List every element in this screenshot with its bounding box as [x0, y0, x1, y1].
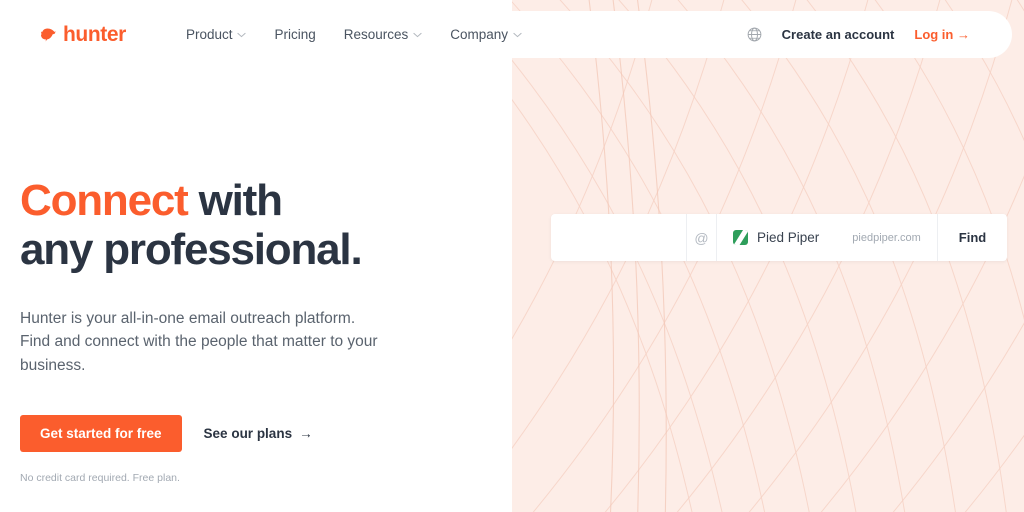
- nav-item-resources-label: Resources: [343, 27, 409, 42]
- nav-item-company[interactable]: Company: [436, 21, 536, 48]
- header-actions: Create an account Log in →: [747, 27, 970, 42]
- main-nav: Product Pricing Resources Company: [172, 21, 536, 48]
- hero-cta-row: Get started for free See our plans →: [20, 415, 490, 453]
- email-finder-widget: @ Pied Piper piedpiper.com Find: [551, 214, 1008, 261]
- nav-item-pricing-label: Pricing: [274, 27, 316, 42]
- brand-logo[interactable]: hunter: [40, 24, 126, 45]
- nav-item-product[interactable]: Product: [172, 21, 261, 48]
- nav-item-resources[interactable]: Resources: [330, 21, 437, 48]
- arrow-right-icon: →: [299, 426, 313, 442]
- company-selector[interactable]: Pied Piper piedpiper.com: [717, 214, 938, 261]
- nav-item-product-label: Product: [185, 27, 233, 42]
- chevron-down-icon: [237, 32, 247, 37]
- at-symbol: @: [687, 214, 717, 261]
- globe-icon[interactable]: [747, 27, 762, 42]
- login-link[interactable]: Log in →: [914, 27, 970, 42]
- hunter-bird-icon: [41, 28, 56, 42]
- company-domain: piedpiper.com: [852, 231, 921, 244]
- brand-logo-text: hunter: [63, 23, 126, 46]
- search-input-wrapper[interactable]: [551, 214, 687, 261]
- get-started-button[interactable]: Get started for free: [20, 415, 182, 453]
- chevron-down-icon: [413, 32, 422, 37]
- hero-subtext: Hunter is your all-in-one email outreach…: [20, 309, 378, 374]
- headline-rest: with: [187, 176, 283, 225]
- site-header: hunter Product Pricing Resources Company: [0, 11, 1012, 58]
- headline-accent-word: Connect: [20, 176, 189, 225]
- nav-item-company-label: Company: [450, 27, 509, 42]
- create-account-link[interactable]: Create an account: [782, 27, 895, 42]
- see-plans-label: See our plans: [203, 426, 293, 442]
- login-label: Log in: [914, 27, 954, 42]
- pied-piper-logo-icon: [733, 230, 748, 245]
- find-button[interactable]: Find: [938, 214, 1007, 261]
- search-input[interactable]: [566, 230, 686, 245]
- see-plans-link[interactable]: See our plans →: [204, 426, 313, 441]
- page-title: Connect with any professional.: [20, 176, 490, 275]
- landing-page: hunter Product Pricing Resources Company: [0, 0, 1024, 512]
- chevron-down-icon: [513, 32, 522, 37]
- nav-item-pricing[interactable]: Pricing: [260, 21, 329, 48]
- hero-section: Connect with any professional. Hunter is…: [20, 176, 490, 484]
- hero-fineprint: No credit card required. Free plan.: [20, 472, 180, 485]
- login-arrow-icon: →: [957, 27, 970, 42]
- headline-line-2: any professional.: [20, 225, 363, 275]
- company-name: Pied Piper: [757, 230, 820, 245]
